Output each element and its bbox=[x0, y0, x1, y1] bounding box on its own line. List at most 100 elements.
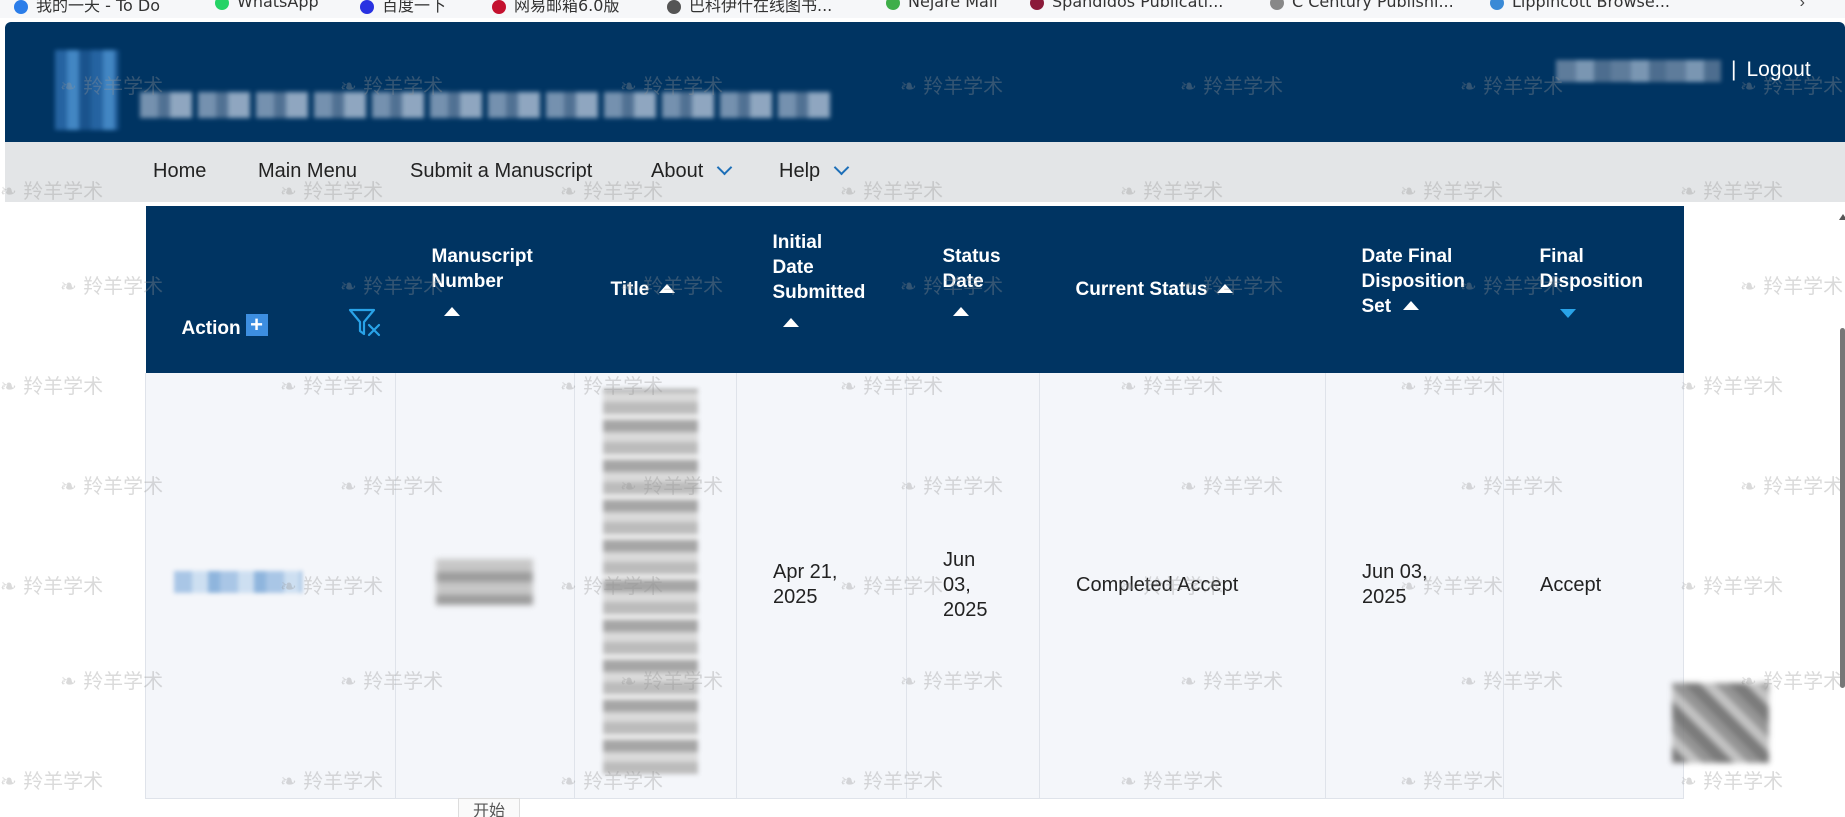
manuscript-title-redacted bbox=[603, 389, 698, 775]
header-title[interactable]: Title bbox=[574, 206, 737, 373]
watermark-text: ❧ 羚羊学术 bbox=[1680, 374, 1784, 398]
header-manuscript-number-line2: Number bbox=[431, 271, 504, 292]
chevron-down-icon bbox=[833, 159, 850, 176]
sort-ascending-icon[interactable] bbox=[1217, 284, 1234, 293]
date-final-line1: Jun 03, bbox=[1362, 561, 1428, 584]
add-column-icon[interactable]: + bbox=[245, 314, 268, 336]
nav-help[interactable]: Help bbox=[779, 159, 850, 183]
site-name-redacted bbox=[140, 92, 835, 118]
cell-current-status: Completed Accept bbox=[1039, 373, 1326, 799]
century-icon bbox=[1270, 0, 1284, 10]
header-initial-date-line3: Submitted bbox=[772, 282, 866, 303]
bookmark-163-mail[interactable]: 网易邮箱6.0版 bbox=[492, 0, 619, 16]
floating-widget-redacted[interactable] bbox=[1672, 683, 1769, 763]
book-icon bbox=[667, 0, 681, 14]
header-status-date-line2: Date bbox=[942, 271, 984, 292]
header-date-final-disposition-set[interactable]: Date Final Disposition Set bbox=[1325, 206, 1504, 373]
action-links-redacted[interactable] bbox=[174, 570, 302, 593]
sort-wrap bbox=[773, 311, 871, 336]
cell-manuscript-number bbox=[395, 373, 575, 799]
start-tooltip: 开始 bbox=[458, 798, 520, 817]
todo-icon bbox=[14, 0, 28, 14]
initial-date-line2: 2025 bbox=[773, 586, 818, 609]
nav-submit-manuscript[interactable]: Submit a Manuscript bbox=[410, 160, 592, 183]
header-status-date-line1: Status bbox=[942, 246, 1001, 267]
watermark-text: ❧ 羚羊学术 bbox=[1740, 274, 1844, 298]
bookmarks-overflow-icon[interactable]: › bbox=[1800, 0, 1805, 12]
header-final-disposition-line2: Disposition bbox=[1539, 271, 1643, 292]
watermark-text: ❧ 羚羊学术 bbox=[1740, 474, 1844, 498]
sort-wrap bbox=[1540, 300, 1648, 325]
cell-title bbox=[574, 373, 737, 799]
table-row: Apr 21, 2025 Jun 03, 2025 Completed Acce… bbox=[145, 373, 1684, 799]
sort-ascending-icon[interactable] bbox=[1403, 301, 1420, 310]
bookmark-whatsapp[interactable]: WhatsApp bbox=[215, 0, 319, 11]
sort-ascending-icon[interactable] bbox=[952, 307, 969, 316]
scroll-up-arrow-icon[interactable] bbox=[1839, 214, 1845, 220]
header-current-status[interactable]: Current Status bbox=[1039, 206, 1326, 373]
submissions-table: Action+ Manuscript Number Title Initial bbox=[145, 206, 1684, 799]
header-status-date[interactable]: Status Date bbox=[906, 206, 1040, 373]
bookmark-spandidos[interactable]: Spandidos Publicati... bbox=[1030, 0, 1223, 11]
sort-ascending-icon[interactable] bbox=[782, 318, 799, 327]
sort-descending-icon[interactable] bbox=[1559, 309, 1576, 318]
status-date-line2: 03, bbox=[943, 573, 971, 596]
mail-icon bbox=[886, 0, 900, 10]
header-current-status-label: Current Status bbox=[1075, 279, 1208, 300]
watermark-text: ❧ 羚羊学术 bbox=[0, 769, 104, 793]
header-action-label: Action bbox=[181, 318, 241, 339]
header-date-final-line1: Date Final bbox=[1361, 246, 1453, 267]
header-initial-date-line2: Date bbox=[772, 257, 814, 278]
date-final-line2: 2025 bbox=[1362, 586, 1407, 609]
bookmark-nejare-mail[interactable]: Nejare Mail bbox=[886, 0, 998, 11]
whatsapp-icon bbox=[215, 0, 229, 10]
header-final-disposition[interactable]: Final Disposition bbox=[1503, 206, 1684, 373]
nav-home[interactable]: Home bbox=[153, 160, 206, 183]
header-action: Action + bbox=[145, 206, 396, 373]
nav-help-label: Help bbox=[779, 160, 821, 182]
header-title-label: Title bbox=[610, 279, 650, 300]
header-final-disposition-line1: Final bbox=[1539, 246, 1584, 267]
cell-action bbox=[145, 373, 396, 799]
header-date-final-line2: Disposition bbox=[1361, 271, 1465, 292]
site-header: | Logout bbox=[5, 22, 1845, 142]
mail-icon bbox=[492, 0, 506, 14]
bookmark-baidu[interactable]: 百度一下 bbox=[360, 0, 446, 16]
manuscript-number-redacted bbox=[436, 558, 533, 605]
nav-about-label: About bbox=[651, 160, 704, 182]
logout-separator: | bbox=[1731, 58, 1737, 81]
sort-ascending-icon[interactable] bbox=[659, 284, 676, 293]
scrollbar-thumb[interactable] bbox=[1840, 328, 1845, 688]
clear-filter-icon[interactable] bbox=[348, 308, 382, 338]
logout-area: | Logout bbox=[1731, 58, 1811, 82]
sort-wrap bbox=[432, 300, 539, 325]
lippincott-icon bbox=[1490, 0, 1504, 10]
logout-link[interactable]: Logout bbox=[1746, 58, 1810, 81]
bookmark-library[interactable]: 巴科伊什在线图书... bbox=[667, 0, 832, 16]
watermark-text: ❧ 羚羊学术 bbox=[1680, 574, 1784, 598]
chevron-down-icon bbox=[716, 159, 733, 176]
header-initial-date-submitted[interactable]: Initial Date Submitted bbox=[736, 206, 907, 373]
watermark-text: ❧ 羚羊学术 bbox=[0, 574, 104, 598]
cell-status-date: Jun 03, 2025 bbox=[906, 373, 1040, 799]
submissions-table-wrap: Action+ Manuscript Number Title Initial bbox=[145, 206, 1684, 799]
cell-date-final-disposition-set: Jun 03, 2025 bbox=[1325, 373, 1504, 799]
nav-main-menu[interactable]: Main Menu bbox=[258, 160, 357, 183]
sort-ascending-icon[interactable] bbox=[443, 307, 460, 316]
header-manuscript-number[interactable]: Manuscript Number bbox=[395, 206, 575, 373]
watermark-text: ❧ 羚羊学术 bbox=[1680, 769, 1784, 793]
header-date-final-line3: Set bbox=[1361, 296, 1392, 317]
status-date-line1: Jun bbox=[943, 548, 976, 571]
bookmark-century[interactable]: C Century Publishi... bbox=[1270, 0, 1454, 11]
nav-about[interactable]: About bbox=[651, 159, 733, 183]
bookmarks-bar: 我的一天 - To Do WhatsApp 百度一下 网易邮箱6.0版 巴科伊什… bbox=[0, 0, 1845, 18]
cell-final-disposition: Accept bbox=[1503, 373, 1684, 799]
main-nav: Home Main Menu Submit a Manuscript About… bbox=[5, 142, 1845, 202]
sort-wrap bbox=[943, 300, 1004, 325]
baidu-icon bbox=[360, 0, 374, 14]
bookmark-lippincott[interactable]: Lippincott Browse... bbox=[1490, 0, 1670, 11]
site-logo[interactable] bbox=[55, 50, 119, 130]
user-name-redacted bbox=[1556, 60, 1721, 82]
cell-initial-date-submitted: Apr 21, 2025 bbox=[736, 373, 907, 799]
bookmark-todo[interactable]: 我的一天 - To Do bbox=[14, 0, 160, 16]
